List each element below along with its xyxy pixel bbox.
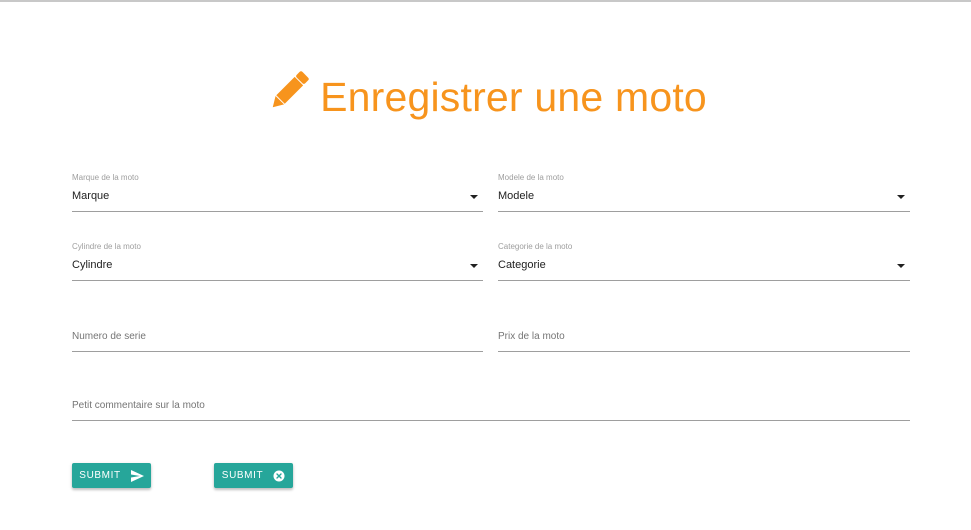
- cancel-circle-icon: [273, 470, 285, 481]
- prix-placeholder: Prix de la moto: [498, 331, 565, 342]
- categorie-select[interactable]: Categorie de la moto Categorie: [498, 242, 910, 281]
- submit-button[interactable]: Submit: [72, 463, 151, 488]
- dropdown-arrow-icon: [897, 264, 905, 268]
- commentaire-input[interactable]: Petit commentaire sur la moto: [72, 391, 910, 421]
- prix-input[interactable]: Prix de la moto: [498, 322, 910, 352]
- page-header: Enregistrer une moto: [0, 62, 971, 132]
- marque-label: Marque de la moto: [72, 173, 139, 182]
- modele-label: Modele de la moto: [498, 173, 564, 182]
- submit-button-label: Submit: [79, 470, 121, 481]
- cancel-button-label: Submit: [221, 470, 264, 481]
- pencil-icon: [272, 71, 309, 108]
- commentaire-placeholder: Petit commentaire sur la moto: [72, 400, 205, 411]
- numero-serie-placeholder: Numero de serie: [72, 331, 146, 342]
- numero-serie-input[interactable]: Numero de serie: [72, 322, 483, 352]
- page-title: Enregistrer une moto: [320, 73, 707, 120]
- cancel-button[interactable]: Submit: [214, 463, 293, 488]
- dropdown-arrow-icon: [470, 264, 478, 268]
- cylindre-select[interactable]: Cylindre de la moto Cylindre: [72, 242, 483, 281]
- cylindre-label: Cylindre de la moto: [72, 242, 141, 251]
- categorie-label: Categorie de la moto: [498, 242, 573, 251]
- marque-value: Marque: [72, 190, 110, 202]
- modele-select[interactable]: Modele de la moto Modele: [498, 173, 910, 212]
- cylindre-value: Cylindre: [72, 259, 113, 271]
- dropdown-arrow-icon: [897, 195, 905, 199]
- modele-value: Modele: [498, 190, 535, 202]
- categorie-value: Categorie: [498, 259, 546, 271]
- dropdown-arrow-icon: [470, 195, 478, 199]
- send-icon: [130, 469, 144, 482]
- marque-select[interactable]: Marque de la moto Marque: [72, 173, 483, 212]
